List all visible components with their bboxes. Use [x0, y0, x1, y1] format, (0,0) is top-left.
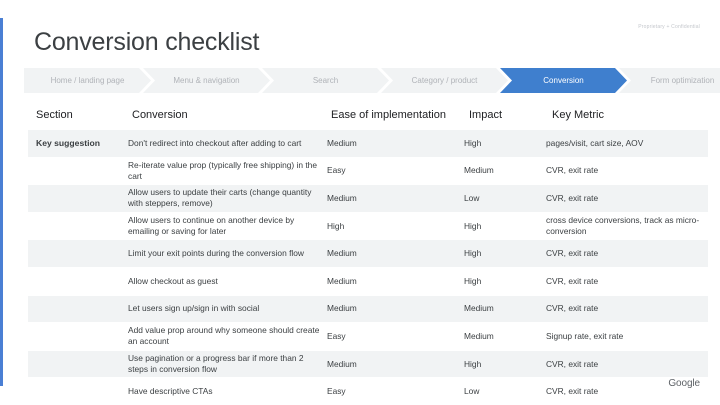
cell-metric: CVR, exit rate — [546, 248, 599, 259]
table-row: Allow checkout as guest Medium High CVR, ex… — [28, 268, 708, 296]
cell-impact: Medium — [464, 303, 494, 314]
cell-conversion: Re-iterate value prop (typically free sh… — [128, 159, 317, 181]
cell-ease: Medium — [327, 303, 357, 314]
cell-metric: pages/visit, cart size, AOV — [546, 137, 644, 148]
table-row: Have descriptive CTAs Easy Low CVR, exit ra… — [28, 378, 708, 405]
cell-conversion: Don't redirect into checkout after addin… — [128, 137, 302, 148]
step-category-product[interactable]: Category / product — [381, 68, 508, 93]
header-conversion: Conversion — [132, 109, 188, 121]
cell-metric: Signup rate, exit rate — [546, 330, 624, 341]
cell-impact: Medium — [464, 330, 494, 341]
step-form-optimization[interactable]: Form optimization — [619, 68, 720, 93]
cell-section — [36, 213, 126, 240]
cell-conversion: Add value prop around why someone should… — [128, 325, 320, 347]
cell-ease: Medium — [327, 248, 357, 259]
step-home-landing-page[interactable]: Home / landing page — [24, 68, 151, 93]
step-search[interactable]: Search — [262, 68, 389, 93]
cell-conversion: Have descriptive CTAs — [128, 386, 213, 397]
cell-ease: Medium — [327, 137, 357, 148]
step-breadcrumb: Home / landing page Menu & navigation Sear… — [24, 68, 714, 93]
header-impact: Impact — [469, 109, 503, 121]
confidentiality-label: Proprietary + Confidential — [638, 24, 700, 30]
cell-metric: CVR, exit rate — [546, 358, 599, 369]
cell-conversion: Allow users to update their carts (chang… — [128, 187, 312, 209]
cell-ease: Easy — [327, 165, 346, 176]
cell-section: Key suggestion — [36, 137, 100, 148]
table-row: Allow users to update their carts (chang… — [28, 185, 708, 213]
cell-section — [36, 268, 126, 295]
cell-impact: Low — [464, 386, 480, 397]
cell-conversion: Allow users to continue on another devic… — [128, 215, 295, 237]
table-row: Re-iterate value prop (typically free sh… — [28, 158, 708, 186]
cell-impact: Low — [464, 192, 480, 203]
cell-ease: Easy — [327, 330, 346, 341]
table-row: Limit your exit points during the conver… — [28, 240, 708, 268]
table-row: Key suggestion Don't redirect into checko… — [28, 130, 708, 158]
cell-conversion: Let users sign up/sign in with social — [128, 303, 260, 314]
cell-conversion: Limit your exit points during the conver… — [128, 248, 304, 259]
cell-ease: Medium — [327, 358, 357, 369]
header-ease: Ease of implementation — [331, 109, 446, 121]
step-menu-navigation[interactable]: Menu & navigation — [143, 68, 270, 93]
cell-conversion: Allow checkout as guest — [128, 275, 218, 286]
step-conversion[interactable]: Conversion — [500, 68, 627, 93]
cell-section — [36, 185, 126, 212]
table-row: Let users sign up/sign in with social Med… — [28, 295, 708, 324]
left-accent-bar — [0, 18, 3, 386]
cell-metric: CVR, exit rate — [546, 165, 599, 176]
page-title: Conversion checklist — [34, 28, 260, 56]
cell-impact: High — [464, 275, 482, 286]
cell-metric: cross device conversions, track as micro… — [546, 215, 700, 237]
header-key-metric: Key Metric — [552, 109, 604, 121]
cell-conversion: Use pagination or a progress bar if more… — [128, 353, 304, 375]
cell-ease: Easy — [327, 386, 346, 397]
cell-impact: Medium — [464, 165, 494, 176]
cell-section — [36, 323, 126, 350]
table-row: Use pagination or a progress bar if more… — [28, 350, 708, 379]
cell-impact: High — [464, 358, 482, 369]
cell-section — [36, 378, 126, 405]
cell-ease: Medium — [327, 275, 357, 286]
table-header: Section Conversion Ease of implementatio… — [28, 104, 708, 126]
cell-impact: High — [464, 220, 482, 231]
cell-section — [36, 296, 126, 323]
checklist-table: Key suggestion Don't redirect into checko… — [28, 130, 708, 405]
table-row: Add value prop around why someone should… — [28, 323, 708, 351]
google-logo: Google — [668, 378, 700, 389]
cell-section — [36, 240, 126, 267]
cell-impact: High — [464, 137, 482, 148]
table-row: Allow users to continue on another devic… — [28, 213, 708, 241]
cell-ease: High — [327, 220, 345, 231]
cell-ease: Medium — [327, 192, 357, 203]
cell-metric: CVR, exit rate — [546, 275, 599, 286]
cell-metric: CVR, exit rate — [546, 303, 599, 314]
header-section: Section — [36, 109, 73, 121]
cell-metric: CVR, exit rate — [546, 192, 599, 203]
cell-section — [36, 351, 126, 378]
cell-impact: High — [464, 248, 482, 259]
cell-section — [36, 158, 126, 185]
